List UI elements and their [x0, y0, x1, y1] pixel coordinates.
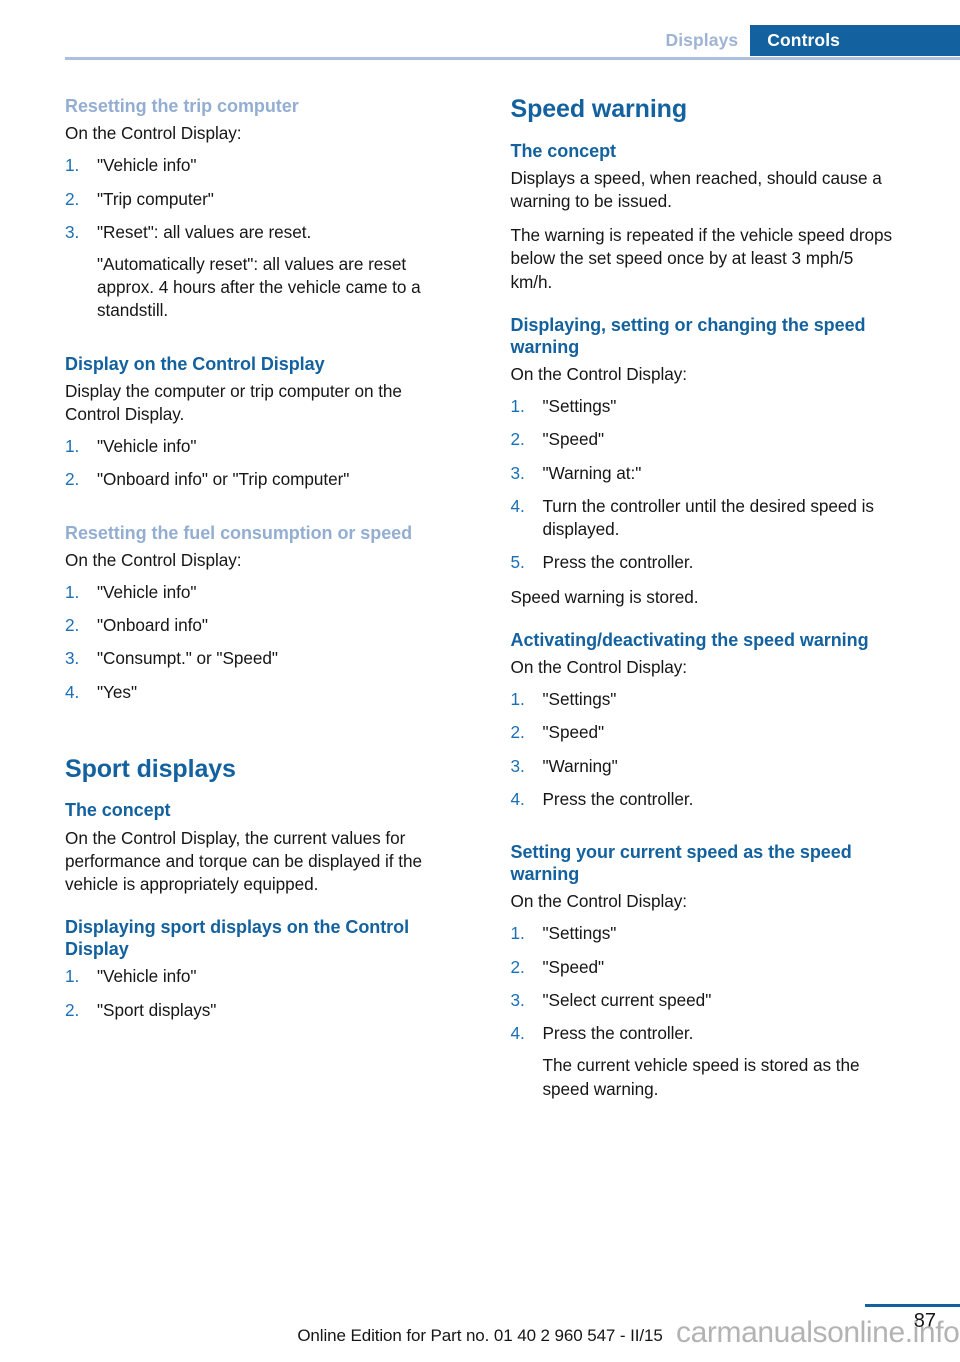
- steps-activating-deactivating: "Settings" "Speed" "Warning" Press the c…: [511, 688, 896, 811]
- left-column: Resetting the trip computer On the Contr…: [65, 95, 450, 1112]
- outro-displaying-setting-changing: Speed warning is stored.: [510, 586, 699, 607]
- list-item: "Speed": [511, 956, 896, 979]
- intro-display-on-control-display: Display the computer or trip computer on…: [65, 380, 402, 424]
- right-column: Speed warning The concept Displays a spe…: [511, 95, 896, 1112]
- step-text: "Settings": [542, 689, 617, 710]
- heading-display-on-control-display: Display on the Control Display: [65, 353, 325, 374]
- heading-activating-deactivating: Activating/deactivating the speed warnin…: [510, 629, 869, 650]
- steps-displaying-setting-changing: "Settings" "Speed" "Warning at:" Turn th…: [511, 395, 896, 575]
- step-text: "Reset": all values are reset.: [97, 221, 312, 242]
- heading-resetting-trip-computer: Resetting the trip computer: [65, 96, 299, 116]
- step-text: "Onboard info" or "Trip computer": [97, 469, 350, 490]
- list-item: "Onboard info" or "Trip computer": [65, 468, 450, 491]
- tab-controls-label: Controls: [767, 30, 840, 50]
- step-text: "Warning at:": [542, 462, 642, 483]
- intro-resetting-fuel-consumption: On the Control Display:: [65, 549, 242, 570]
- step-text: "Vehicle info": [97, 582, 197, 602]
- text-sport-displays-concept: On the Control Display, the current valu…: [65, 827, 422, 894]
- heading-displaying-sport-displays: Displaying sport displays on the Control…: [65, 917, 410, 960]
- heading-resetting-fuel-consumption: Resetting the fuel consumption or speed: [65, 522, 413, 543]
- list-item: "Trip computer": [65, 188, 450, 211]
- site-watermark: carmanualsonline.info: [676, 1316, 960, 1349]
- step-text: Press the controller.: [542, 552, 694, 573]
- step-text: "Sport displays": [97, 999, 217, 1020]
- text-speed-warning-concept-1: Displays a speed, when reached, should c…: [510, 167, 882, 211]
- step-text: "Yes": [97, 681, 137, 702]
- heading-setting-current-speed: Setting your current speed as the speed …: [510, 841, 852, 885]
- list-item: Press the controller.: [511, 788, 896, 811]
- list-item: "Select current speed": [511, 989, 896, 1012]
- steps-display-on-control-display: "Vehicle info" "Onboard info" or "Trip c…: [65, 435, 450, 492]
- heading-sport-displays-concept: The concept: [65, 800, 171, 821]
- list-item: "Warning": [511, 755, 896, 778]
- step-text: "Select current speed": [542, 989, 712, 1010]
- step-text: "Consumpt." or "Speed": [97, 648, 278, 669]
- step-text: "Onboard info": [97, 615, 208, 636]
- step-text: "Trip computer": [97, 188, 214, 209]
- list-item: "Vehicle info": [65, 581, 450, 604]
- step-text: "Vehicle info": [97, 436, 197, 457]
- title-speed-warning: Speed warning: [510, 95, 688, 123]
- step-text: "Settings": [542, 923, 617, 944]
- tab-controls[interactable]: Controls: [750, 25, 960, 56]
- page-content: Resetting the trip computer On the Contr…: [65, 95, 895, 1112]
- steps-setting-current-speed: "Settings" "Speed" "Select current speed…: [511, 922, 896, 1100]
- list-item: "Speed": [511, 721, 896, 744]
- list-item: "Vehicle info": [65, 154, 450, 177]
- list-item: "Consumpt." or "Speed": [65, 647, 450, 670]
- step-substep: The current vehicle speed is stored as t…: [542, 1055, 860, 1099]
- step-text: "Speed": [542, 722, 605, 743]
- step-text: "Speed": [542, 956, 605, 977]
- intro-resetting-trip-computer: On the Control Display:: [65, 123, 242, 144]
- list-item: "Vehicle info": [65, 435, 450, 458]
- list-item: "Vehicle info": [65, 965, 450, 988]
- step-text: Press the controller.: [542, 788, 694, 809]
- step-text: "Vehicle info": [97, 155, 197, 176]
- steps-resetting-fuel-consumption: "Vehicle info" "Onboard info" "Consumpt.…: [65, 581, 450, 704]
- step-text: "Settings": [542, 396, 617, 417]
- step-text: "Vehicle info": [97, 966, 197, 987]
- header-divider: [65, 57, 960, 60]
- section-tabs: Displays Controls: [651, 25, 960, 56]
- intro-displaying-setting-changing: On the Control Display:: [510, 363, 688, 384]
- tab-displays[interactable]: Displays: [651, 25, 751, 56]
- list-item: Turn the controller until the desired sp…: [511, 495, 896, 541]
- tab-displays-label: Displays: [665, 30, 739, 50]
- footer-divider: [865, 1304, 960, 1307]
- list-item: "Sport displays": [65, 999, 450, 1022]
- text-speed-warning-concept-2: The warning is repeated if the vehicle s…: [510, 225, 893, 292]
- intro-activating-deactivating: On the Control Display:: [510, 656, 688, 677]
- list-item: "Settings": [511, 395, 896, 418]
- list-item: "Warning at:": [511, 462, 896, 485]
- page-header: Displays Controls: [0, 0, 960, 60]
- steps-resetting-trip-computer: "Vehicle info" "Trip computer" "Reset": …: [65, 154, 450, 322]
- heading-displaying-setting-changing: Displaying, setting or changing the spee…: [510, 314, 866, 357]
- list-item: "Settings": [511, 688, 896, 711]
- list-item: "Settings": [511, 922, 896, 945]
- list-item: Press the controller. The current vehicl…: [511, 1022, 896, 1101]
- step-substep: "Automatically reset": all values are re…: [97, 254, 421, 321]
- step-text: "Warning": [542, 755, 618, 776]
- steps-displaying-sport-displays: "Vehicle info" "Sport displays": [65, 965, 450, 1022]
- list-item: "Speed": [511, 428, 896, 451]
- step-text: Press the controller.: [542, 1023, 694, 1044]
- list-item: "Onboard info": [65, 614, 450, 637]
- step-text: "Speed": [542, 429, 605, 450]
- heading-speed-warning-concept: The concept: [510, 140, 617, 161]
- intro-setting-current-speed: On the Control Display:: [510, 891, 688, 912]
- list-item: "Reset": all values are reset. "Automati…: [65, 221, 450, 323]
- list-item: "Yes": [65, 681, 450, 704]
- list-item: Press the controller.: [511, 551, 896, 574]
- title-sport-displays: Sport displays: [65, 754, 236, 783]
- step-text: Turn the controller until the desired sp…: [542, 495, 875, 540]
